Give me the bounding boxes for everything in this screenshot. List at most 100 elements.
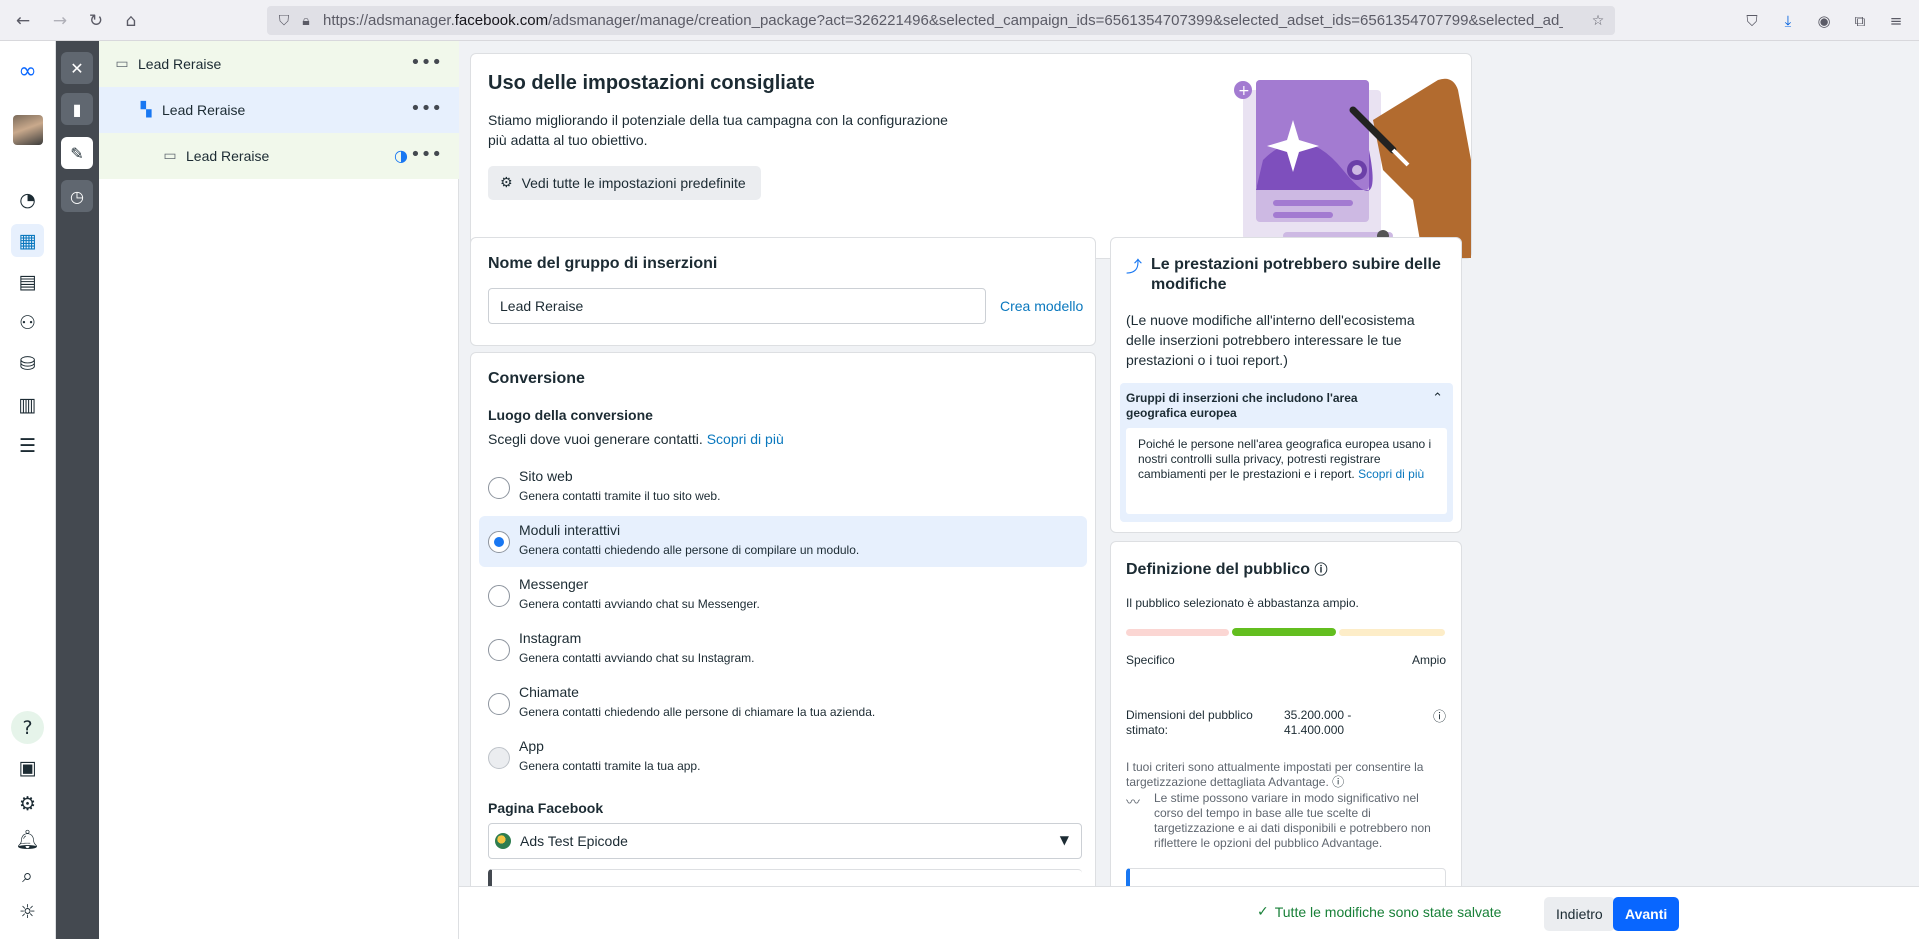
page-icon[interactable]: ▤ [11, 265, 44, 298]
close-icon[interactable]: ✕ [61, 52, 93, 84]
news-icon[interactable]: ▣ [11, 751, 44, 784]
radio-button[interactable] [488, 639, 510, 661]
conversion-option-website[interactable]: Sito web Genera contatti tramite il tuo … [479, 462, 1087, 513]
back-button[interactable]: Indietro [1544, 897, 1615, 931]
page-avatar-icon [495, 833, 511, 849]
half-circle-status-icon[interactable]: ◑ [394, 147, 408, 165]
left-navigation-rail: ∞ ◔ ▦ ▤ ⚇ ⛁ ▥ ☰ ? ▣ ⚙ 🔔︎ ⌕ ☼ [0, 41, 56, 939]
bookmark-star-icon[interactable]: ☆ [1587, 10, 1609, 32]
tree-item-ad[interactable]: ▭ Lead Reraise ◑ ••• [99, 133, 459, 179]
search-icon[interactable]: ⌕ [11, 859, 44, 892]
audience-notice-box [1126, 868, 1446, 886]
ads-manager-table-icon[interactable]: ▦ [11, 224, 44, 257]
tree-item-label: Lead Reraise [162, 102, 246, 118]
account-icon[interactable]: ◉ [1811, 8, 1837, 34]
reload-icon[interactable]: ↻ [83, 8, 109, 34]
conversion-location-title: Luogo della conversione [488, 407, 653, 423]
info-icon[interactable]: ⓘ [1314, 563, 1327, 578]
performance-desc: (Le nuove modifiche all'interno dell'eco… [1126, 312, 1415, 368]
audience-definition-card: Definizione del pubblico ⓘ Il pubblico s… [1110, 541, 1462, 886]
url-bar[interactable]: ⛉ 🔒︎ https://adsmanager.facebook.com/ads… [267, 6, 1615, 35]
radio-button[interactable] [488, 693, 510, 715]
extensions-icon[interactable]: ⧉ [1847, 8, 1873, 34]
audience-size-label: Dimensioni del pubblico stimato: [1126, 708, 1253, 737]
radio-button[interactable] [488, 585, 510, 607]
tree-item-label: Lead Reraise [186, 148, 270, 164]
trend-icon: ⤴ [1126, 257, 1143, 276]
meta-logo-icon[interactable]: ∞ [11, 55, 44, 88]
settings-illustration: + [1223, 60, 1471, 258]
history-clock-icon[interactable]: ◷ [61, 180, 93, 212]
performance-title: Le prestazioni potrebbero subire delle m… [1151, 256, 1441, 293]
ad-icon: ▭ [163, 148, 177, 164]
radio-button[interactable] [488, 477, 510, 499]
url-text[interactable]: https://adsmanager.facebook.com/adsmanag… [323, 12, 1563, 29]
next-button[interactable]: Avanti [1613, 897, 1680, 931]
avatar[interactable] [13, 115, 43, 145]
conversion-option-instant-forms[interactable]: Moduli interattivi Genera contatti chied… [479, 516, 1087, 567]
tree-item-label: Lead Reraise [138, 56, 222, 72]
checkmark-icon: ✓ [1257, 904, 1269, 920]
recommended-description: Stiamo migliorando il potenziale della t… [488, 112, 948, 148]
more-options-icon[interactable]: ••• [410, 146, 442, 164]
create-template-link[interactable]: Crea modello [1000, 298, 1083, 314]
forward-arrow-icon[interactable]: → [47, 8, 73, 34]
lock-icon[interactable]: 🔒︎ [295, 10, 317, 32]
adset-grid-icon: ▚ [140, 102, 152, 118]
conversion-title: Conversione [488, 370, 585, 387]
edit-pencil-icon[interactable]: ✎ [61, 137, 93, 169]
all-tools-icon[interactable]: ☰ [11, 429, 44, 462]
chevron-up-icon[interactable]: ⌃ [1432, 391, 1443, 406]
bell-icon[interactable]: 🔔︎ [11, 823, 44, 856]
eu-section: Gruppi di inserzioni che includono l'are… [1120, 383, 1453, 522]
meter-label-broad: Ampio [1411, 653, 1446, 667]
radio-button-selected[interactable] [488, 531, 510, 553]
back-arrow-icon[interactable]: ← [10, 8, 36, 34]
dashboard-gauge-icon[interactable]: ◔ [11, 183, 44, 216]
audience-title: Definizione del pubblico ⓘ [1126, 561, 1328, 578]
bug-report-icon[interactable]: ☼ [11, 895, 44, 928]
saved-status: ✓ Tutte le modifiche sono state salvate [1257, 904, 1502, 920]
shield-icon[interactable]: ⛉ [273, 10, 295, 32]
page-notice-box [488, 869, 1082, 886]
tree-item-adset[interactable]: ▚ Lead Reraise ••• [99, 87, 459, 133]
svg-text:+: + [1238, 83, 1250, 99]
more-options-icon[interactable]: ••• [410, 54, 442, 72]
campaign-tree: ▭ Lead Reraise ••• ▚ Lead Reraise ••• ▭ … [99, 41, 459, 939]
browser-toolbar: ← → ↻ ⌂ ⛉ 🔒︎ https://adsmanager.facebook… [0, 0, 1919, 41]
conversion-option-messenger[interactable]: Messenger Genera contatti avviando chat … [479, 570, 1087, 621]
menu-icon[interactable]: ≡ [1883, 8, 1909, 34]
info-icon[interactable]: ⓘ [1332, 775, 1344, 789]
meter-segment-specific [1126, 629, 1229, 636]
radio-button-disabled[interactable] [488, 747, 510, 769]
learn-more-link[interactable]: Scopri di più [1358, 467, 1424, 481]
help-icon[interactable]: ? [11, 711, 44, 744]
adset-name-input[interactable]: Lead Reraise [488, 288, 986, 324]
folder-icon: ▭ [115, 56, 129, 72]
recommended-settings-card: Uso delle impostazioni consigliate Stiam… [470, 53, 1472, 259]
info-icon[interactable]: ⓘ [1433, 706, 1446, 725]
chevron-down-icon: ▼ [1059, 833, 1069, 847]
data-sources-icon[interactable]: ⛁ [11, 347, 44, 380]
eu-section-title: Gruppi di inserzioni che includono l'are… [1126, 391, 1358, 420]
more-options-icon[interactable]: ••• [410, 100, 442, 118]
gear-icon[interactable]: ⚙ [11, 787, 44, 820]
downloads-icon[interactable]: ⤓ [1775, 8, 1801, 34]
home-icon[interactable]: ⌂ [118, 8, 144, 34]
audiences-icon[interactable]: ⚇ [11, 306, 44, 339]
tree-item-campaign[interactable]: ▭ Lead Reraise ••• [99, 41, 459, 87]
meter-label-specific: Specifico [1126, 653, 1175, 667]
gear-icon: ⚙ [500, 175, 513, 191]
facebook-page-select[interactable]: Ads Test Epicode ▼ [488, 823, 1082, 859]
conversion-option-app[interactable]: App Genera contatti tramite la tua app. [479, 732, 1087, 783]
conversion-location-desc: Scegli dove vuoi generare contatti. Scop… [488, 431, 784, 447]
view-defaults-button[interactable]: ⚙ Vedi tutte le impostazioni predefinite [488, 166, 761, 200]
footer-bar: ✓ Tutte le modifiche sono state salvate … [459, 886, 1919, 939]
main-content: Uso delle impostazioni consigliate Stiam… [459, 41, 1919, 886]
conversion-option-calls[interactable]: Chiamate Genera contatti chiedendo alle … [479, 678, 1087, 729]
chart-icon[interactable]: ▮ [61, 93, 93, 125]
catalog-icon[interactable]: ▥ [11, 388, 44, 421]
pocket-icon[interactable]: ⛉ [1739, 8, 1765, 34]
learn-more-link[interactable]: Scopri di più [707, 431, 784, 447]
conversion-option-instagram[interactable]: Instagram Genera contatti avviando chat … [479, 624, 1087, 675]
